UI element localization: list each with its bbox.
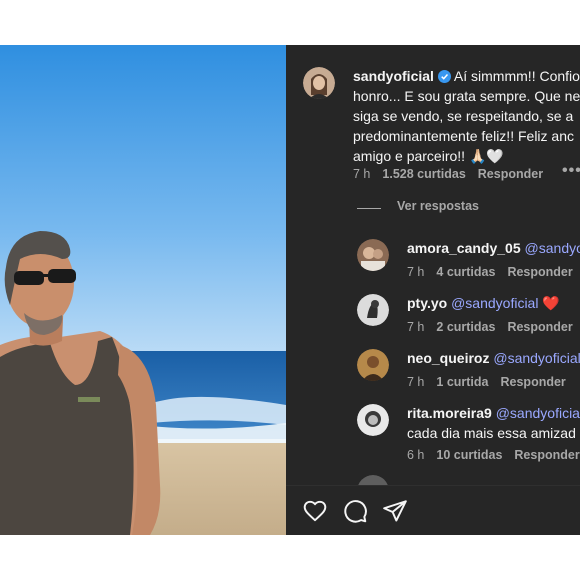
reply-username[interactable]: amora_candy_05	[407, 240, 521, 256]
red-heart-emoji: ❤️	[542, 295, 560, 311]
reply-time[interactable]: 7 h	[407, 265, 424, 279]
avatar[interactable]	[357, 349, 389, 381]
comment-text-line-2: honro... E sou grata sempre. Que ne	[353, 88, 580, 104]
send-icon[interactable]	[382, 498, 408, 524]
comments-panel: sandyoficial Aí simmmm!! Confio honro... …	[286, 45, 580, 535]
comment-icon[interactable]	[342, 498, 368, 524]
reply-meta: 7 h 4 curtidas Responder	[407, 264, 580, 280]
reply-first-line: neo_queiroz @sandyoficial	[407, 348, 580, 368]
reply-button[interactable]: Responder	[507, 320, 572, 334]
comment-first-line: sandyoficial Aí simmmm!! Confio	[353, 66, 580, 86]
reply-likes[interactable]: 1 curtida	[436, 375, 488, 389]
mention-link[interactable]: @sandyo	[525, 240, 580, 256]
mention-link[interactable]: @sandyoficial	[493, 350, 580, 366]
verified-badge-icon	[437, 70, 451, 83]
reply-time[interactable]: 7 h	[407, 375, 424, 389]
reply-text-line-2: cada dia mais essa amizad	[407, 425, 576, 441]
reply-likes[interactable]: 10 curtidas	[436, 448, 502, 462]
comment-likes[interactable]: 1.528 curtidas	[382, 167, 465, 181]
comment-text-line-1: Aí simmmm!! Confio	[453, 68, 580, 84]
comment-reply-button[interactable]: Responder	[478, 167, 543, 181]
comment-text-line-4: predominantemente feliz!! Feliz anc	[353, 128, 574, 144]
reply-likes[interactable]: 2 curtidas	[436, 320, 495, 334]
reply-username[interactable]: rita.moreira9	[407, 405, 492, 421]
avatar[interactable]	[303, 67, 335, 99]
reply-button[interactable]: Responder	[507, 265, 572, 279]
reply-likes[interactable]: 4 curtidas	[436, 265, 495, 279]
view-replies-divider	[357, 208, 381, 209]
instagram-post-screenshot: sandyoficial Aí simmmm!! Confio honro... …	[0, 45, 580, 535]
view-replies-button[interactable]: Ver respostas	[397, 199, 479, 213]
mention-link[interactable]: @sandyoficial	[451, 295, 538, 311]
heart-icon[interactable]	[302, 498, 328, 524]
reply-username[interactable]: pty.yo	[407, 295, 447, 311]
reply-first-line: pty.yo @sandyoficial ❤️	[407, 293, 560, 313]
reply-first-line: amora_candy_05 @sandyo	[407, 238, 580, 258]
reply-first-line: rita.moreira9 @sandyoficia	[407, 403, 580, 423]
comment-text-line-5: amigo e parceiro!! 🙏🏻🤍	[353, 148, 504, 164]
reply-button[interactable]: Responder	[501, 375, 566, 389]
more-dots-icon[interactable]: •••	[562, 162, 580, 180]
reply-time[interactable]: 6 h	[407, 448, 424, 462]
comment-username[interactable]: sandyoficial	[353, 68, 434, 84]
comment-text-line-3: siga se vendo, se respeitando, se a	[353, 108, 574, 124]
reply-time[interactable]: 7 h	[407, 320, 424, 334]
post-photo	[0, 45, 286, 535]
comment-meta: 7 h 1.528 curtidas Responder	[353, 166, 555, 182]
avatar[interactable]	[357, 404, 389, 436]
comment-time[interactable]: 7 h	[353, 167, 370, 181]
reply-username[interactable]: neo_queiroz	[407, 350, 489, 366]
post-action-bar	[286, 485, 580, 535]
reply-meta: 6 h 10 curtidas Responder	[407, 447, 580, 463]
reply-meta: 7 h 1 curtida Responder	[407, 374, 578, 390]
avatar[interactable]	[357, 239, 389, 271]
reply-meta: 7 h 2 curtidas Responder	[407, 319, 580, 335]
reply-button[interactable]: Responder	[514, 448, 579, 462]
mention-link[interactable]: @sandyoficia	[496, 405, 580, 421]
avatar[interactable]	[357, 294, 389, 326]
